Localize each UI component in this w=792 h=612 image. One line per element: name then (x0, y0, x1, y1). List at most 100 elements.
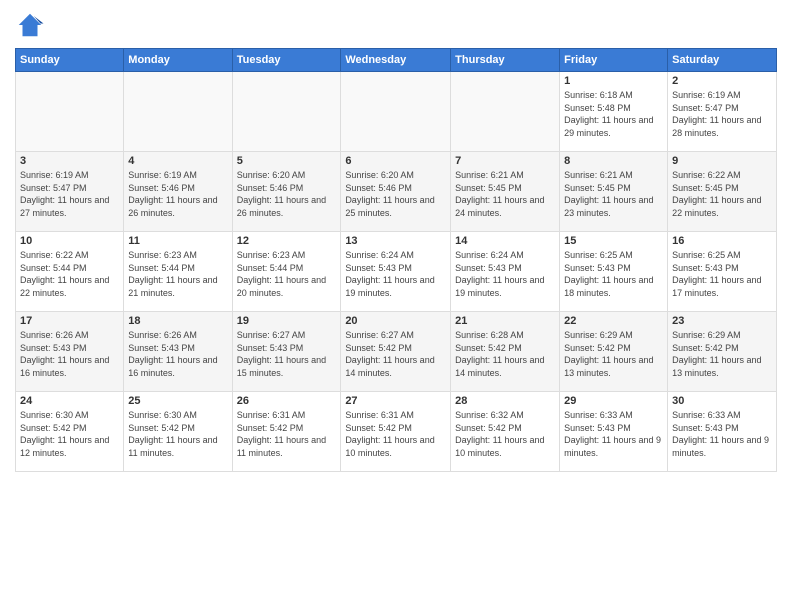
logo (15, 10, 49, 40)
day-info: Sunrise: 6:22 AM Sunset: 5:45 PM Dayligh… (672, 169, 772, 219)
calendar-cell: 13Sunrise: 6:24 AM Sunset: 5:43 PM Dayli… (341, 232, 451, 312)
calendar-body: 1 Sunrise: 6:18 AM Sunset: 5:48 PM Daylig… (16, 72, 777, 472)
day-number: 16 (672, 235, 772, 247)
calendar-cell: 10 Sunrise: 6:22 AM Sunset: 5:44 PM Dayli… (16, 232, 124, 312)
day-info: Sunrise: 6:26 AM Sunset: 5:43 PM Dayligh… (20, 329, 119, 379)
day-info: Sunrise: 6:20 AM Sunset: 5:46 PM Dayligh… (345, 169, 446, 219)
day-info: Sunrise: 6:27 AM Sunset: 5:42 PM Dayligh… (345, 329, 446, 379)
day-number: 1 (564, 75, 663, 87)
day-number: 24 (20, 395, 119, 407)
page: SundayMondayTuesdayWednesdayThursdayFrid… (0, 0, 792, 612)
day-info: Sunrise: 6:21 AM Sunset: 5:45 PM Dayligh… (564, 169, 663, 219)
calendar-week-row: 1 Sunrise: 6:18 AM Sunset: 5:48 PM Daylig… (16, 72, 777, 152)
calendar-cell: 15Sunrise: 6:25 AM Sunset: 5:43 PM Dayli… (560, 232, 668, 312)
day-info: Sunrise: 6:30 AM Sunset: 5:42 PM Dayligh… (20, 409, 119, 459)
weekday-row: SundayMondayTuesdayWednesdayThursdayFrid… (16, 49, 777, 72)
calendar-cell: 17 Sunrise: 6:26 AM Sunset: 5:43 PM Dayli… (16, 312, 124, 392)
calendar-cell (16, 72, 124, 152)
weekday-header: Friday (560, 49, 668, 72)
calendar-week-row: 3 Sunrise: 6:19 AM Sunset: 5:47 PM Daylig… (16, 152, 777, 232)
calendar-week-row: 24 Sunrise: 6:30 AM Sunset: 5:42 PM Dayli… (16, 392, 777, 472)
calendar-cell: 20 Sunrise: 6:27 AM Sunset: 5:42 PM Dayli… (341, 312, 451, 392)
calendar-cell: 12Sunrise: 6:23 AM Sunset: 5:44 PM Dayli… (232, 232, 341, 312)
day-number: 9 (672, 155, 772, 167)
day-number: 28 (455, 395, 555, 407)
day-info: Sunrise: 6:20 AM Sunset: 5:46 PM Dayligh… (237, 169, 337, 219)
day-info: Sunrise: 6:19 AM Sunset: 5:47 PM Dayligh… (20, 169, 119, 219)
day-info: Sunrise: 6:33 AM Sunset: 5:43 PM Dayligh… (672, 409, 772, 459)
day-number: 21 (455, 315, 555, 327)
day-info: Sunrise: 6:25 AM Sunset: 5:43 PM Dayligh… (672, 249, 772, 299)
calendar-cell: 5 Sunrise: 6:20 AM Sunset: 5:46 PM Daylig… (232, 152, 341, 232)
day-number: 2 (672, 75, 772, 87)
day-number: 8 (564, 155, 663, 167)
calendar-cell: 4 Sunrise: 6:19 AM Sunset: 5:46 PM Daylig… (124, 152, 232, 232)
calendar-cell: 19 Sunrise: 6:27 AM Sunset: 5:43 PM Dayli… (232, 312, 341, 392)
day-info: Sunrise: 6:23 AM Sunset: 5:44 PM Dayligh… (128, 249, 227, 299)
day-number: 27 (345, 395, 446, 407)
calendar-cell: 9 Sunrise: 6:22 AM Sunset: 5:45 PM Daylig… (668, 152, 777, 232)
calendar-week-row: 10 Sunrise: 6:22 AM Sunset: 5:44 PM Dayli… (16, 232, 777, 312)
day-info: Sunrise: 6:29 AM Sunset: 5:42 PM Dayligh… (672, 329, 772, 379)
day-number: 4 (128, 155, 227, 167)
day-number: 11 (128, 235, 227, 247)
calendar-header: SundayMondayTuesdayWednesdayThursdayFrid… (16, 49, 777, 72)
day-number: 22 (564, 315, 663, 327)
day-info: Sunrise: 6:28 AM Sunset: 5:42 PM Dayligh… (455, 329, 555, 379)
day-number: 18 (128, 315, 227, 327)
day-number: 6 (345, 155, 446, 167)
day-number: 14 (455, 235, 555, 247)
day-number: 19 (237, 315, 337, 327)
calendar-cell: 6 Sunrise: 6:20 AM Sunset: 5:46 PM Daylig… (341, 152, 451, 232)
calendar-cell: 26 Sunrise: 6:31 AM Sunset: 5:42 PM Dayli… (232, 392, 341, 472)
day-number: 26 (237, 395, 337, 407)
day-info: Sunrise: 6:33 AM Sunset: 5:43 PM Dayligh… (564, 409, 663, 459)
calendar-cell: 14 Sunrise: 6:24 AM Sunset: 5:43 PM Dayli… (451, 232, 560, 312)
weekday-header: Monday (124, 49, 232, 72)
day-info: Sunrise: 6:19 AM Sunset: 5:46 PM Dayligh… (128, 169, 227, 219)
calendar-cell (341, 72, 451, 152)
day-info: Sunrise: 6:24 AM Sunset: 5:43 PM Dayligh… (455, 249, 555, 299)
calendar: SundayMondayTuesdayWednesdayThursdayFrid… (15, 48, 777, 472)
weekday-header: Saturday (668, 49, 777, 72)
calendar-cell: 30 Sunrise: 6:33 AM Sunset: 5:43 PM Dayli… (668, 392, 777, 472)
day-info: Sunrise: 6:26 AM Sunset: 5:43 PM Dayligh… (128, 329, 227, 379)
day-info: Sunrise: 6:30 AM Sunset: 5:42 PM Dayligh… (128, 409, 227, 459)
weekday-header: Tuesday (232, 49, 341, 72)
calendar-cell (232, 72, 341, 152)
calendar-week-row: 17 Sunrise: 6:26 AM Sunset: 5:43 PM Dayli… (16, 312, 777, 392)
day-info: Sunrise: 6:31 AM Sunset: 5:42 PM Dayligh… (345, 409, 446, 459)
day-number: 17 (20, 315, 119, 327)
logo-icon (15, 10, 45, 40)
calendar-cell: 7Sunrise: 6:21 AM Sunset: 5:45 PM Daylig… (451, 152, 560, 232)
calendar-cell: 21 Sunrise: 6:28 AM Sunset: 5:42 PM Dayli… (451, 312, 560, 392)
header (15, 10, 777, 40)
calendar-cell: 16 Sunrise: 6:25 AM Sunset: 5:43 PM Dayli… (668, 232, 777, 312)
day-number: 30 (672, 395, 772, 407)
calendar-cell: 22 Sunrise: 6:29 AM Sunset: 5:42 PM Dayli… (560, 312, 668, 392)
day-info: Sunrise: 6:27 AM Sunset: 5:43 PM Dayligh… (237, 329, 337, 379)
weekday-header: Wednesday (341, 49, 451, 72)
day-info: Sunrise: 6:24 AM Sunset: 5:43 PM Dayligh… (345, 249, 446, 299)
day-number: 3 (20, 155, 119, 167)
calendar-cell: 3 Sunrise: 6:19 AM Sunset: 5:47 PM Daylig… (16, 152, 124, 232)
day-number: 20 (345, 315, 446, 327)
calendar-cell: 24 Sunrise: 6:30 AM Sunset: 5:42 PM Dayli… (16, 392, 124, 472)
day-info: Sunrise: 6:31 AM Sunset: 5:42 PM Dayligh… (237, 409, 337, 459)
calendar-cell: 29Sunrise: 6:33 AM Sunset: 5:43 PM Dayli… (560, 392, 668, 472)
day-number: 10 (20, 235, 119, 247)
day-info: Sunrise: 6:29 AM Sunset: 5:42 PM Dayligh… (564, 329, 663, 379)
day-number: 5 (237, 155, 337, 167)
day-number: 12 (237, 235, 337, 247)
day-info: Sunrise: 6:32 AM Sunset: 5:42 PM Dayligh… (455, 409, 555, 459)
calendar-cell (124, 72, 232, 152)
weekday-header: Sunday (16, 49, 124, 72)
calendar-cell: 11 Sunrise: 6:23 AM Sunset: 5:44 PM Dayli… (124, 232, 232, 312)
weekday-header: Thursday (451, 49, 560, 72)
calendar-cell: 27 Sunrise: 6:31 AM Sunset: 5:42 PM Dayli… (341, 392, 451, 472)
day-info: Sunrise: 6:18 AM Sunset: 5:48 PM Dayligh… (564, 89, 663, 139)
day-info: Sunrise: 6:22 AM Sunset: 5:44 PM Dayligh… (20, 249, 119, 299)
calendar-cell (451, 72, 560, 152)
day-info: Sunrise: 6:19 AM Sunset: 5:47 PM Dayligh… (672, 89, 772, 139)
day-info: Sunrise: 6:21 AM Sunset: 5:45 PM Dayligh… (455, 169, 555, 219)
